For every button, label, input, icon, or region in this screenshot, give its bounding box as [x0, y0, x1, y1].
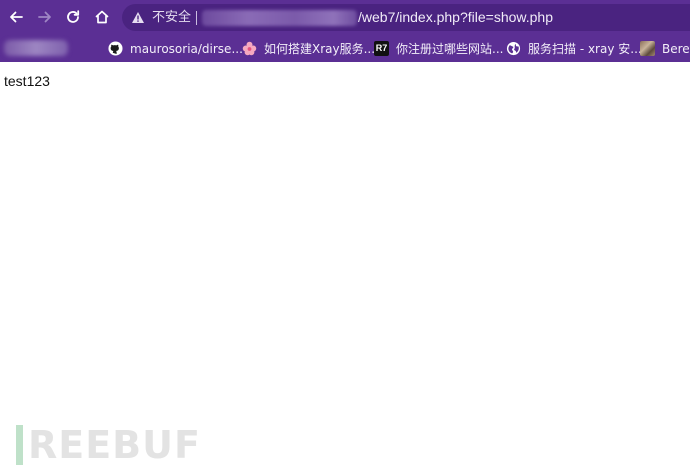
not-secure-label[interactable]: 不安全: [152, 10, 191, 25]
r7-icon-text: R7: [374, 41, 389, 56]
reload-button[interactable]: [62, 6, 84, 28]
url-text[interactable]: /web7/index.php?file=show.php: [358, 9, 553, 26]
back-button[interactable]: [5, 6, 27, 28]
browser-toolbar: 不安全 /web7/index.php?file=show.php: [0, 0, 690, 35]
bookmark-label: 服务扫描 - xray 安...: [528, 41, 642, 56]
bookmark-item-registered-sites[interactable]: R7 你注册过哪些网站...: [374, 39, 503, 58]
globe-icon: [506, 41, 521, 56]
bookmark-item-service-scan[interactable]: 服务扫描 - xray 安...: [506, 39, 642, 58]
browser-window: 不安全 /web7/index.php?file=show.php mauros…: [0, 0, 690, 475]
github-icon: [108, 41, 123, 56]
flower-icon: [242, 41, 257, 56]
watermark-text: REEBUF: [28, 423, 201, 467]
forward-button[interactable]: [34, 6, 56, 28]
page-body-text: test123: [4, 73, 50, 89]
url-divider: [196, 11, 197, 25]
bookmark-redacted[interactable]: [4, 40, 68, 56]
forward-arrow-icon: [38, 11, 51, 23]
bookmark-item-dirsearch[interactable]: maurosoria/dirse...: [108, 39, 243, 58]
photo-thumbnail: [640, 41, 655, 56]
warning-triangle-icon[interactable]: [131, 11, 145, 24]
bookmark-label: Beret: [662, 41, 690, 56]
bookmarks-bar: maurosoria/dirse... 如何搭建Xray服务... R7 你注册…: [0, 35, 690, 62]
bookmark-item-beret[interactable]: Beret: [640, 39, 690, 58]
bookmark-label: 如何搭建Xray服务...: [264, 41, 376, 56]
bookmark-label: 你注册过哪些网站...: [396, 41, 504, 56]
photo-icon: [640, 41, 655, 56]
freebuf-watermark: REEBUF: [16, 425, 201, 465]
reload-icon: [67, 10, 80, 23]
address-bar[interactable]: 不安全 /web7/index.php?file=show.php: [122, 4, 690, 31]
bookmark-label: maurosoria/dirse...: [130, 41, 243, 56]
url-redacted-host: [202, 10, 357, 26]
bookmark-item-xray-setup[interactable]: 如何搭建Xray服务...: [242, 39, 375, 58]
r7-icon: R7: [374, 41, 389, 56]
page-content: test123 REEBUF: [0, 62, 690, 475]
home-button[interactable]: [91, 6, 113, 28]
watermark-bar: [16, 425, 23, 465]
back-arrow-icon: [10, 11, 23, 23]
home-icon: [95, 10, 109, 24]
